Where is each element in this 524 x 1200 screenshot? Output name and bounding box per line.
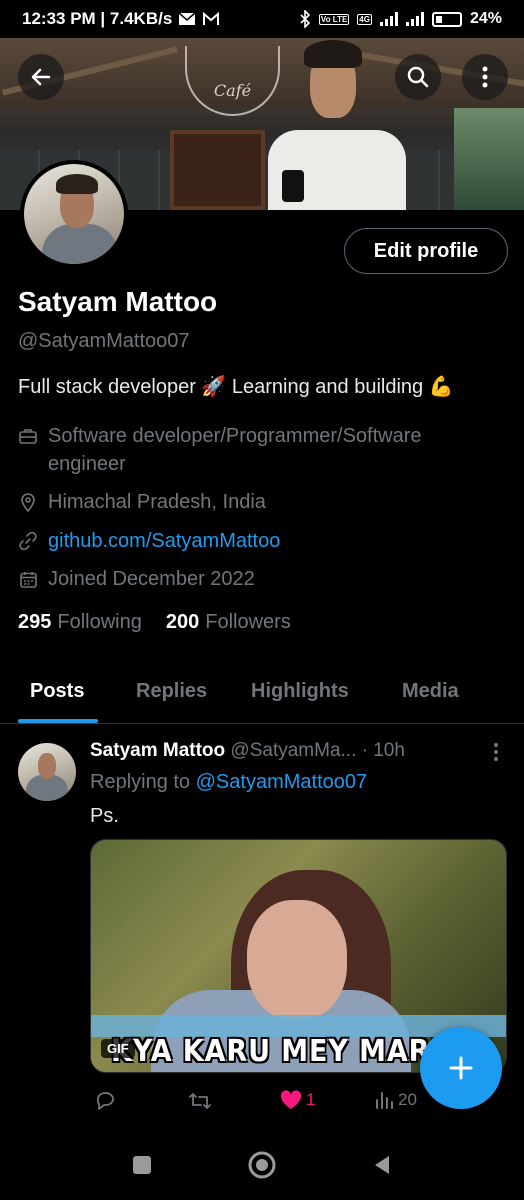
- system-nav-bar: [0, 1130, 524, 1200]
- tab-media[interactable]: Media: [402, 680, 459, 703]
- bluetooth-icon: [300, 10, 311, 28]
- signal-icon: [379, 12, 398, 26]
- home-button[interactable]: [247, 1150, 277, 1180]
- back-nav-button[interactable]: [367, 1150, 397, 1180]
- gif-caption: KYA KARU MEY MARJA: [111, 1034, 464, 1069]
- cover-person: [268, 38, 408, 210]
- gmail-icon: [203, 12, 220, 25]
- profile-handle: @SatyamMattoo07: [18, 330, 190, 352]
- square-icon: [133, 1156, 151, 1174]
- search-icon: [407, 66, 429, 88]
- link-icon: [19, 532, 37, 550]
- active-tab-indicator: [18, 719, 98, 723]
- tweet-more-button[interactable]: [486, 741, 506, 763]
- status-bar: 12:33 PM | 7.4KB/s Vo LTE 4G 24%: [0, 0, 524, 38]
- compose-button[interactable]: [420, 1027, 502, 1109]
- status-time: 12:33 PM | 7.4KB/s: [22, 9, 173, 28]
- following-label: Following: [57, 611, 142, 633]
- more-vertical-icon: [482, 66, 488, 88]
- briefcase-icon: [19, 429, 37, 444]
- like-button[interactable]: 1: [280, 1090, 315, 1110]
- plus-icon: [449, 1056, 473, 1080]
- followers-label: Followers: [205, 611, 291, 633]
- joined-row: Joined December 2022: [18, 565, 255, 593]
- mail-icon: [178, 12, 196, 25]
- following-link[interactable]: 295 Following: [18, 611, 142, 634]
- joined-text: Joined December 2022: [48, 568, 255, 590]
- followers-link[interactable]: 200 Followers: [166, 611, 291, 634]
- replying-prefix: Replying to: [90, 771, 191, 793]
- retweet-icon: [189, 1093, 211, 1109]
- triangle-back-icon: [375, 1156, 389, 1174]
- profile-tabs: Posts Replies Highlights Media: [0, 662, 524, 724]
- replying-to-link[interactable]: @SatyamMattoo07: [196, 771, 368, 793]
- volte-tag: Vo LTE: [318, 13, 350, 25]
- reply-icon: [97, 1092, 114, 1110]
- tweet-text: Ps.: [90, 805, 119, 827]
- search-button[interactable]: [395, 54, 441, 100]
- tweet-avatar[interactable]: [18, 743, 76, 801]
- signal-icon-2: [405, 12, 424, 26]
- recents-button[interactable]: [127, 1150, 157, 1180]
- tweet-header: Satyam Mattoo @SatyamMa... · 10h: [90, 740, 405, 762]
- replying-to: Replying to @SatyamMattoo07: [90, 771, 367, 794]
- profession-row: Software developer/Programmer/Software e…: [18, 422, 422, 478]
- network-tag: 4G: [357, 13, 372, 25]
- views-icon: [376, 1092, 393, 1109]
- retweet-button[interactable]: [188, 1090, 212, 1112]
- website-row: github.com/SatyamMattoo: [18, 527, 280, 555]
- like-count: 1: [306, 1090, 316, 1109]
- following-count: 295: [18, 611, 52, 633]
- edit-profile-button[interactable]: Edit profile: [344, 228, 508, 274]
- views-count: 20: [398, 1090, 417, 1109]
- followers-count: 200: [165, 611, 200, 633]
- profile-avatar[interactable]: [20, 160, 128, 268]
- calendar-icon: [19, 571, 37, 588]
- arrow-left-icon: [31, 68, 51, 86]
- location-pin-icon: [21, 493, 35, 512]
- tab-replies[interactable]: Replies: [136, 680, 207, 703]
- reply-button[interactable]: [94, 1090, 116, 1112]
- more-button[interactable]: [462, 54, 508, 100]
- website-link[interactable]: github.com/SatyamMattoo: [48, 527, 280, 555]
- circle-icon: [248, 1151, 276, 1179]
- profession-text-1: Software developer/Programmer/Software: [48, 425, 422, 447]
- profession-text-2: engineer: [48, 453, 126, 475]
- tab-posts[interactable]: Posts: [30, 680, 84, 703]
- back-button[interactable]: [18, 54, 64, 100]
- battery-level: 24%: [469, 10, 502, 27]
- location-row: Himachal Pradesh, India: [18, 488, 266, 516]
- tab-highlights[interactable]: Highlights: [251, 680, 349, 703]
- views-button[interactable]: 20: [374, 1090, 417, 1110]
- battery-icon: [431, 11, 462, 27]
- profile-bio: Full stack developer 🚀 Learning and buil…: [18, 376, 454, 398]
- tweet-handle-time: @SatyamMa... · 10h: [230, 740, 405, 761]
- follow-stats: 295 Following 200 Followers: [18, 611, 291, 634]
- tweet-author[interactable]: Satyam Mattoo: [90, 740, 225, 761]
- location-text: Himachal Pradesh, India: [48, 491, 266, 513]
- heart-filled-icon: [280, 1090, 302, 1109]
- cafe-door: [170, 130, 265, 210]
- gif-badge: GIF: [101, 1039, 135, 1058]
- profile-name: Satyam Mattoo: [18, 286, 218, 317]
- more-dot-icon: [494, 743, 498, 747]
